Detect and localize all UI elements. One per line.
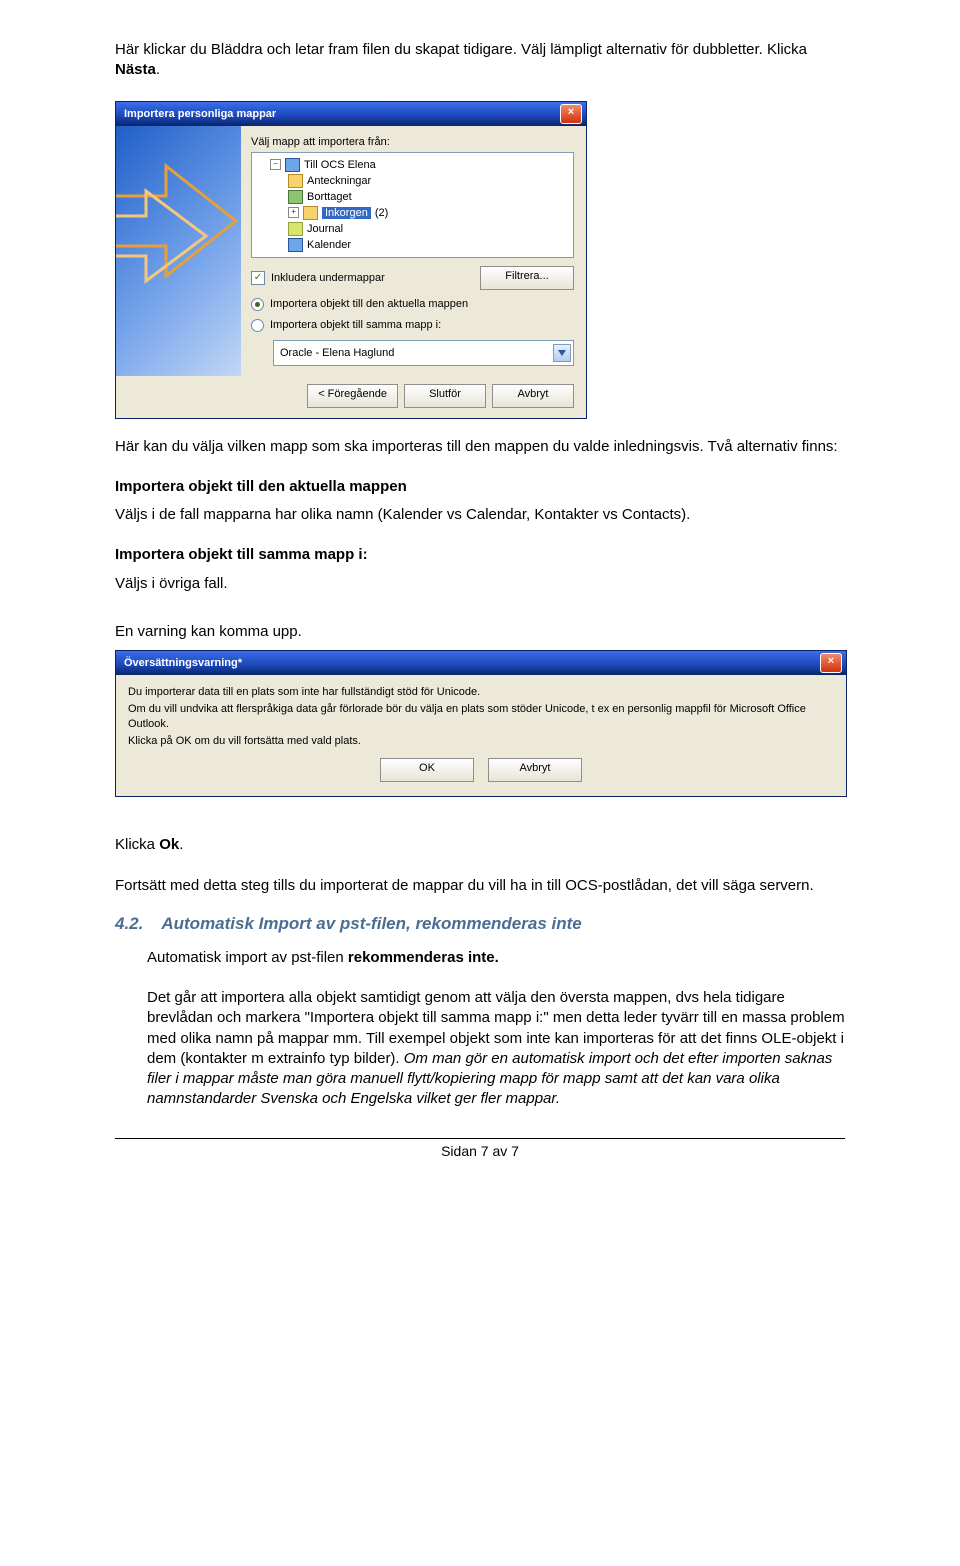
sec42-p2: Det går att importera alla objekt samtid… bbox=[147, 988, 845, 1110]
folder-icon bbox=[285, 158, 300, 172]
klicka-a: Klicka bbox=[115, 836, 159, 853]
close-icon[interactable]: × bbox=[820, 653, 842, 673]
mid-b2: Importera objekt till samma mapp i: bbox=[115, 545, 845, 565]
radio-same-folder-label: Importera objekt till samma mapp i: bbox=[270, 319, 441, 331]
target-folder-combo[interactable]: Oracle - Elena Haglund bbox=[273, 340, 574, 366]
chevron-down-icon[interactable] bbox=[553, 344, 571, 362]
folder-icon bbox=[288, 174, 303, 188]
tree-item[interactable]: Kalender bbox=[256, 237, 569, 253]
intro-text-end: . bbox=[156, 61, 160, 78]
tree-item[interactable]: Borttaget bbox=[256, 189, 569, 205]
tree-item-suffix: (2) bbox=[375, 207, 388, 219]
warning-line1: Du importerar data till en plats som int… bbox=[128, 685, 834, 700]
sec42-p1b: rekommenderas inte. bbox=[348, 949, 499, 966]
tree-item-label: Borttaget bbox=[307, 191, 352, 203]
tree-root-label: Till OCS Elena bbox=[304, 159, 376, 171]
combo-value: Oracle - Elena Haglund bbox=[280, 347, 394, 359]
filter-button[interactable]: Filtrera... bbox=[480, 266, 574, 290]
translation-warning-dialog: Översättningsvarning* × Du importerar da… bbox=[115, 650, 847, 797]
tree-root[interactable]: − Till OCS Elena bbox=[256, 157, 569, 173]
warning-line2: Om du vill undvika att flerspråkiga data… bbox=[128, 702, 834, 732]
folder-icon bbox=[288, 222, 303, 236]
folder-tree[interactable]: − Till OCS Elena Anteckningar Borttaget … bbox=[251, 152, 574, 258]
collapse-icon[interactable]: − bbox=[270, 159, 281, 170]
dialog-graphic bbox=[116, 126, 241, 376]
fortsatt-paragraph: Fortsätt med detta steg tills du importe… bbox=[115, 876, 845, 896]
warning-line3: Klicka på OK om du vill fortsätta med va… bbox=[128, 734, 834, 749]
expand-icon[interactable]: + bbox=[288, 207, 299, 218]
sec42-p1: Automatisk import av pst-filen rekommend… bbox=[147, 948, 845, 968]
mid-p2: Väljs i de fall mapparna har olika namn … bbox=[115, 505, 845, 525]
klicka-c: . bbox=[179, 836, 183, 853]
folder-icon bbox=[288, 190, 303, 204]
klicka-ok: Klicka Ok. bbox=[115, 835, 845, 855]
radio-same-folder[interactable] bbox=[251, 319, 264, 332]
ok-button[interactable]: OK bbox=[380, 758, 474, 782]
cancel-button[interactable]: Avbryt bbox=[488, 758, 582, 782]
choose-folder-label: Välj mapp att importera från: bbox=[251, 136, 574, 148]
tree-item-label: Journal bbox=[307, 223, 343, 235]
tree-item-label: Anteckningar bbox=[307, 175, 371, 187]
intro-bold-nasta: Nästa bbox=[115, 61, 156, 78]
mid-b1: Importera objekt till den aktuella mappe… bbox=[115, 477, 845, 497]
dialog-titlebar: Importera personliga mappar × bbox=[116, 102, 586, 126]
tree-item[interactable]: Journal bbox=[256, 221, 569, 237]
intro-paragraph: Här klickar du Bläddra och letar fram fi… bbox=[115, 40, 845, 81]
heading-num: 4.2. bbox=[115, 914, 143, 934]
close-icon[interactable]: × bbox=[560, 104, 582, 124]
tree-item[interactable]: Anteckningar bbox=[256, 173, 569, 189]
import-dialog: Importera personliga mappar × Välj mapp … bbox=[115, 101, 587, 419]
dialog-titlebar: Översättningsvarning* × bbox=[116, 651, 846, 675]
radio-current-folder-label: Importera objekt till den aktuella mappe… bbox=[270, 298, 468, 310]
tree-item-selected[interactable]: + Inkorgen (2) bbox=[256, 205, 569, 221]
cancel-button[interactable]: Avbryt bbox=[492, 384, 574, 408]
sec42-p1a: Automatisk import av pst-filen bbox=[147, 949, 348, 966]
radio-current-folder[interactable] bbox=[251, 298, 264, 311]
klicka-b: Ok bbox=[159, 836, 179, 853]
mid-p1: Här kan du välja vilken mapp som ska imp… bbox=[115, 437, 845, 457]
folder-icon bbox=[288, 238, 303, 252]
previous-button[interactable]: < Föregående bbox=[307, 384, 398, 408]
tree-item-label: Kalender bbox=[307, 239, 351, 251]
include-subfolders-checkbox[interactable]: ✓ bbox=[251, 271, 265, 285]
heading-4-2: 4.2. Automatisk Import av pst-filen, rek… bbox=[115, 914, 845, 934]
mid-p3: Väljs i övriga fall. bbox=[115, 574, 845, 594]
dialog-title: Importera personliga mappar bbox=[124, 108, 276, 120]
tree-item-label: Inkorgen bbox=[322, 207, 371, 219]
page-number: Sidan 7 av 7 bbox=[115, 1143, 845, 1159]
heading-text: Automatisk Import av pst-filen, rekommen… bbox=[161, 914, 581, 934]
mid-p4: En varning kan komma upp. bbox=[115, 622, 845, 642]
footer-divider bbox=[115, 1138, 845, 1139]
finish-button[interactable]: Slutför bbox=[404, 384, 486, 408]
include-subfolders-label: Inkludera undermappar bbox=[271, 272, 385, 284]
intro-text: Här klickar du Bläddra och letar fram fi… bbox=[115, 41, 807, 58]
folder-icon bbox=[303, 206, 318, 220]
dialog-title: Översättningsvarning* bbox=[124, 657, 242, 669]
